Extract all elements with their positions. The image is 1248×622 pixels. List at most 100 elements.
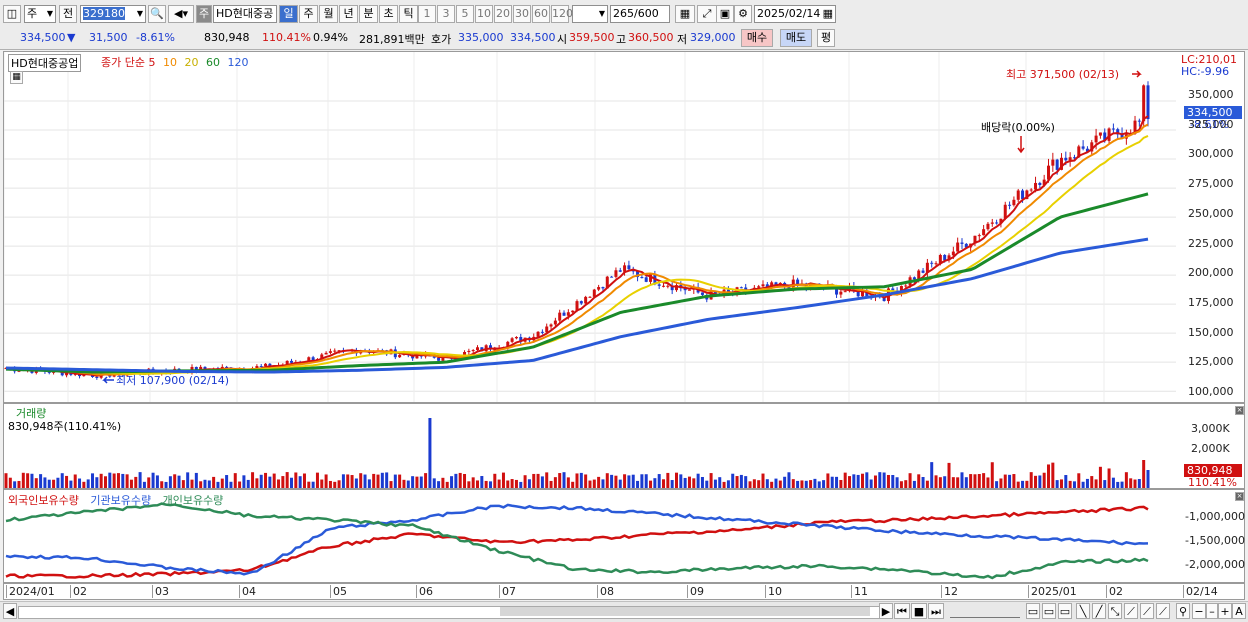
chart-tools-icon[interactable]: ▦: [675, 5, 695, 23]
period-tab[interactable]: 분: [359, 5, 378, 23]
interval-dropdown[interactable]: ▼: [572, 5, 608, 23]
volume-bar: [173, 474, 177, 488]
volume-bar: [878, 472, 882, 488]
search-icon[interactable]: 🔍: [148, 5, 166, 23]
candle-body: [934, 263, 938, 265]
candle-body: [843, 291, 847, 293]
volume-bar: [532, 473, 536, 488]
period-tab[interactable]: 주: [299, 5, 318, 23]
save-icon[interactable]: ▣: [716, 5, 734, 23]
draw-icon-6[interactable]: ⟋: [1156, 603, 1170, 619]
volume-bar: [709, 473, 713, 488]
gear-icon[interactable]: ⚙: [734, 5, 752, 23]
stock-label: HD현대중공업: [8, 54, 82, 72]
foreign-holdings-line: [5, 505, 1149, 579]
interval-button[interactable]: 10: [475, 5, 493, 23]
draw-icon-3[interactable]: ⤡: [1108, 603, 1122, 619]
volume-bar: [584, 474, 588, 488]
volume-bar: [908, 473, 912, 488]
open-value: 359,500: [569, 31, 615, 44]
stock-name-field[interactable]: HD현대중공: [213, 5, 277, 23]
volume-bar: [480, 476, 484, 488]
volume-bar: [696, 473, 700, 488]
interval-button[interactable]: 20: [494, 5, 512, 23]
view-icon-2[interactable]: ▭: [1042, 603, 1056, 619]
buy-button[interactable]: 매수: [741, 29, 773, 47]
rewind-icon[interactable]: ⏮: [894, 603, 910, 619]
prev-button[interactable]: 전: [59, 5, 77, 23]
view-icon-1[interactable]: ▭: [1026, 603, 1040, 619]
volume-bar: [722, 481, 726, 488]
scroll-left-icon[interactable]: ◀: [3, 603, 17, 619]
minus-small-icon[interactable]: –: [1206, 603, 1218, 619]
forward-icon[interactable]: ⏭: [928, 603, 944, 619]
interval-button[interactable]: 30: [513, 5, 531, 23]
market-select[interactable]: 주 ▼: [24, 5, 56, 23]
volume-bar: [601, 479, 605, 488]
volume-bar: [1003, 474, 1007, 488]
eval-button[interactable]: 평: [817, 29, 835, 47]
volume-bar: [982, 473, 986, 488]
volume-bar: [830, 476, 834, 488]
volume-bar: [65, 475, 69, 488]
x-tick: 02: [70, 585, 87, 598]
draw-icon-4[interactable]: ⟋: [1124, 603, 1138, 619]
holders-close-icon[interactable]: ×: [1235, 492, 1244, 501]
calculator-icon[interactable]: ▦: [10, 71, 23, 84]
period-tab[interactable]: 초: [379, 5, 398, 23]
volume-bar: [861, 473, 864, 488]
draw-icon-1[interactable]: ╲: [1076, 603, 1090, 619]
volume-bar: [735, 476, 739, 488]
candle-body: [687, 289, 691, 291]
candle-body: [662, 285, 666, 287]
period-tab[interactable]: 일: [279, 5, 298, 23]
period-tab[interactable]: 틱: [399, 5, 418, 23]
code-input[interactable]: 329180 ▼: [80, 5, 146, 23]
volume-bar: [151, 472, 155, 488]
candle-body: [545, 326, 549, 333]
minus-icon[interactable]: −: [1192, 603, 1206, 619]
vol-tag-pct: 110.41%: [1188, 476, 1237, 489]
draw-icon-5[interactable]: ⟋: [1140, 603, 1154, 619]
volume-bar: [1085, 478, 1089, 488]
speaker-icon[interactable]: ◀▾: [168, 5, 194, 23]
sell-button[interactable]: 매도: [780, 29, 812, 47]
volume-bar: [380, 472, 384, 488]
volume-bar: [1111, 477, 1115, 488]
stock-label-text: HD현대중공업: [11, 57, 79, 70]
interval-button[interactable]: 1: [418, 5, 436, 23]
interval-button[interactable]: 3: [437, 5, 455, 23]
interval-button[interactable]: 60: [532, 5, 550, 23]
volume-bar: [1038, 475, 1042, 488]
search-zoom-icon[interactable]: ⚲: [1176, 603, 1190, 619]
candle-body: [1029, 189, 1033, 191]
period-tab[interactable]: 년: [339, 5, 358, 23]
zoom-slider[interactable]: [950, 606, 1020, 618]
period-tab[interactable]: 월: [319, 5, 338, 23]
volume-bar: [1081, 481, 1085, 488]
candle-body: [930, 262, 934, 264]
flag-button[interactable]: 주: [196, 5, 212, 23]
plus-icon[interactable]: +: [1218, 603, 1232, 619]
volume-close-icon[interactable]: ×: [1235, 406, 1244, 415]
candle-body: [562, 312, 566, 316]
layout-icon[interactable]: ◫: [3, 5, 21, 23]
stop-icon[interactable]: ■: [911, 603, 927, 619]
scroll-right-icon[interactable]: ▶: [879, 603, 893, 619]
draw-tools-icon[interactable]: ⤢: [697, 5, 717, 23]
candle-body: [333, 350, 337, 352]
volume-bar: [121, 473, 125, 488]
scroll-thumb[interactable]: [500, 607, 870, 616]
interval-button[interactable]: 5: [456, 5, 474, 23]
date-input[interactable]: 2025/02/14 ▦: [754, 5, 836, 23]
volume-bar: [938, 477, 942, 488]
draw-icon-2[interactable]: ╱: [1092, 603, 1106, 619]
volume-bar: [605, 473, 609, 488]
candle-body: [95, 376, 99, 378]
font-icon[interactable]: A: [1232, 603, 1246, 619]
interval-button[interactable]: 120: [551, 5, 573, 23]
view-icon-3[interactable]: ▭: [1058, 603, 1072, 619]
volume-bar: [882, 472, 886, 488]
volume-bar: [367, 479, 371, 488]
count-input[interactable]: 265/600: [610, 5, 670, 23]
